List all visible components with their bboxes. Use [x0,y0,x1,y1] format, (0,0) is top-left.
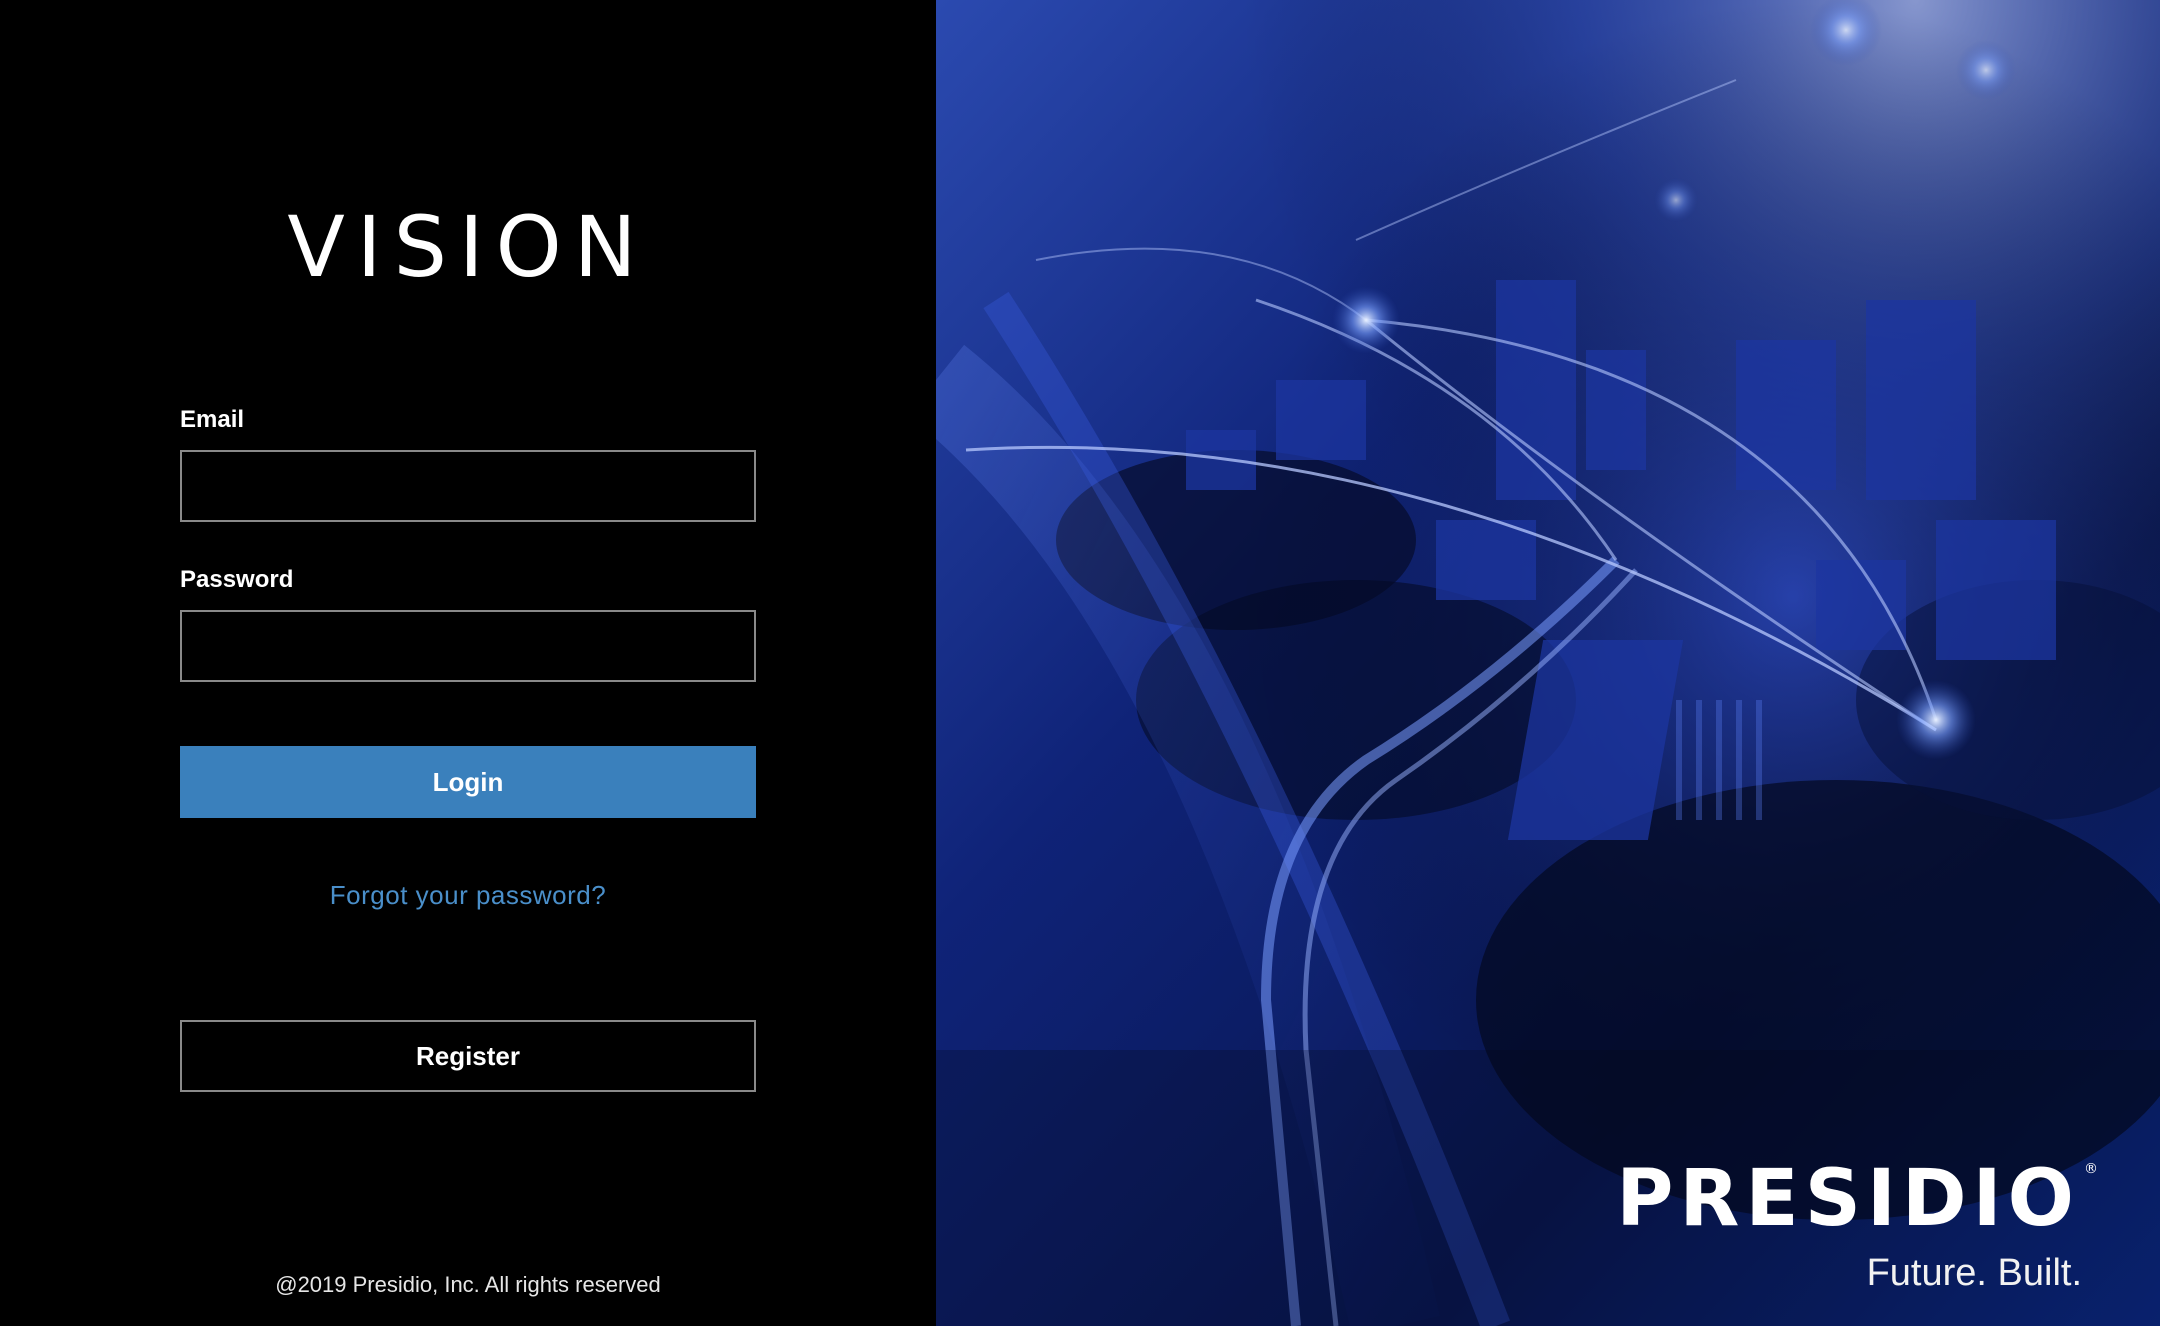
email-field[interactable] [180,450,756,522]
copyright-text: @2019 Presidio, Inc. All rights reserved [275,1272,661,1297]
hero-panel: PRESIDIO ® Future. Built. [936,0,2160,1326]
presidio-tagline: Future. Built. [1866,1252,2082,1294]
email-label: Email [180,406,245,433]
vision-logo: VISION [287,198,649,296]
city-network-image [936,0,2160,1326]
password-field[interactable] [180,610,756,682]
login-page: VISION Email Password Login Forgot your … [0,0,2160,1326]
presidio-logo: PRESIDIO ® Future. Built. [1616,1154,2098,1295]
login-panel: VISION Email Password Login Forgot your … [0,0,936,1326]
forgot-password-link[interactable]: Forgot your password? [0,880,936,911]
register-button[interactable]: Register [180,1020,756,1092]
password-label: Password [180,566,294,593]
registered-mark: ® [2084,1161,2098,1177]
login-button[interactable]: Login [180,746,756,818]
presidio-wordmark: PRESIDIO ® [1616,1154,2098,1244]
